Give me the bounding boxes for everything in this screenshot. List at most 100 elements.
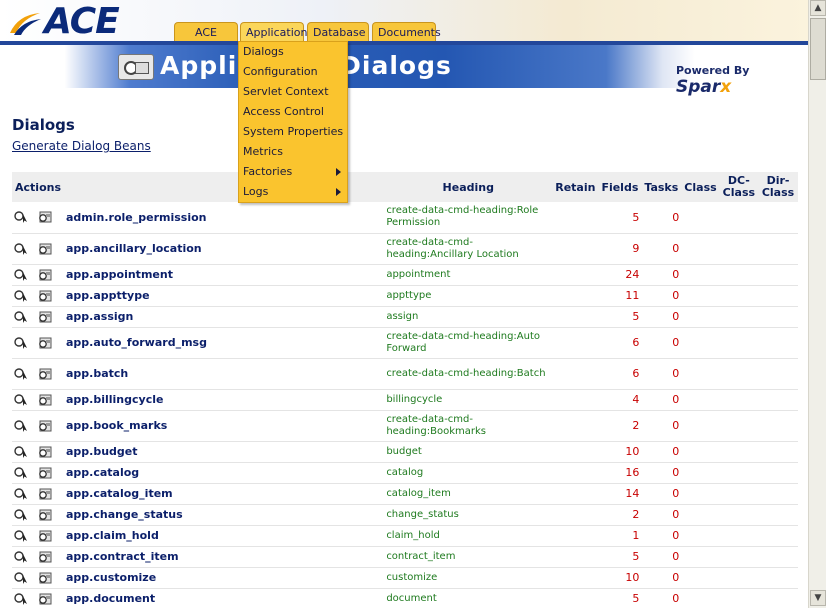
inspect-icon[interactable] [14,419,30,433]
menu-item-label: Configuration [243,65,318,78]
menu-item-access-control[interactable]: Access Control [239,102,347,122]
dialog-id-link[interactable]: app.ancillary_location [64,233,385,265]
menu-item-label: Dialogs [243,45,284,58]
class-cell [681,483,720,505]
sparx-brand-x: x [720,77,732,97]
inspect-icon[interactable] [14,393,30,407]
menu-item-servlet-context[interactable]: Servlet Context [239,82,347,102]
inspect-icon[interactable] [14,367,30,381]
test-dialog-icon[interactable] [37,367,53,381]
inspect-icon[interactable] [14,336,30,350]
dir-class-cell [758,285,798,307]
menu-item-factories[interactable]: Factories [239,162,347,182]
test-dialog-icon[interactable] [37,336,53,350]
powered-by-label: Powered By [676,64,750,77]
inspect-icon[interactable] [14,508,30,522]
tab-database[interactable]: Database [307,22,369,41]
inspect-icon[interactable] [14,466,30,480]
fields-count: 1 [598,525,642,547]
vertical-scrollbar[interactable]: ▲ ▼ [808,0,826,608]
inspect-icon[interactable] [14,571,30,585]
tasks-count: 0 [641,306,682,328]
dc-class-cell [719,462,759,484]
retain-cell [552,546,599,568]
retain-cell [552,410,599,442]
tasks-count: 0 [641,410,682,442]
generate-dialog-beans-link[interactable]: Generate Dialog Beans [12,139,151,153]
test-dialog-icon[interactable] [37,310,53,324]
retain-cell [552,504,599,526]
menu-item-configuration[interactable]: Configuration [239,62,347,82]
row-actions [12,358,64,390]
test-dialog-icon[interactable] [37,508,53,522]
test-dialog-icon[interactable] [37,466,53,480]
menu-item-logs[interactable]: Logs [239,182,347,202]
scroll-thumb[interactable] [810,18,826,80]
inspect-icon[interactable] [14,529,30,543]
menu-item-metrics[interactable]: Metrics [239,142,347,162]
inspect-icon[interactable] [14,242,30,256]
dialog-id-link[interactable]: app.document [64,588,385,608]
inspect-icon[interactable] [14,550,30,564]
tab-ace-home[interactable]: ACE Home [174,22,238,52]
row-actions [12,483,64,505]
inspect-icon[interactable] [14,487,30,501]
dialog-id-link[interactable]: app.catalog_item [64,483,385,505]
test-dialog-icon[interactable] [37,210,53,224]
tab-documents[interactable]: Documents [372,22,441,41]
dialog-id-link[interactable]: app.customize [64,567,385,589]
inspect-icon[interactable] [14,210,30,224]
inspect-icon[interactable] [14,289,30,303]
test-dialog-icon[interactable] [37,529,53,543]
dialog-id-link[interactable]: app.batch [64,358,385,390]
row-actions [12,389,64,411]
test-dialog-icon[interactable] [37,445,53,459]
test-dialog-icon[interactable] [37,289,53,303]
dialog-id-link[interactable]: app.assign [64,306,385,328]
dialog-id-link[interactable]: app.book_marks [64,410,385,442]
scroll-down-icon[interactable]: ▼ [810,590,826,606]
menu-item-system-properties[interactable]: System Properties [239,122,347,142]
dialog-heading: appttype [384,285,553,307]
inspect-icon[interactable] [14,310,30,324]
dialog-id-link[interactable]: app.change_status [64,504,385,526]
inspect-icon[interactable] [14,268,30,282]
fields-count: 4 [598,389,642,411]
test-dialog-icon[interactable] [37,393,53,407]
dialog-id-link[interactable]: app.billingcycle [64,389,385,411]
inspect-icon[interactable] [14,592,30,606]
test-dialog-icon[interactable] [37,268,53,282]
dc-class-cell [719,358,759,390]
dc-class-cell [719,264,759,286]
dialog-id-link[interactable]: admin.role_permission [64,202,385,234]
tab-application[interactable]: Application [240,22,307,41]
class-cell [681,588,720,608]
menu-item-label: System Properties [243,125,344,138]
menu-item-dialogs[interactable]: Dialogs [239,42,347,62]
table-row: app.appointment appointment 24 0 [12,264,798,286]
dialog-id-link[interactable]: app.contract_item [64,546,385,568]
test-dialog-icon[interactable] [37,571,53,585]
dialog-id-link[interactable]: app.budget [64,441,385,463]
dialog-id-link[interactable]: app.auto_forward_msg [64,327,385,359]
test-dialog-icon[interactable] [37,592,53,606]
row-actions [12,306,64,328]
row-actions [12,264,64,286]
dir-class-cell [758,588,798,608]
dialog-id-link[interactable]: app.catalog [64,462,385,484]
class-cell [681,202,720,234]
test-dialog-icon[interactable] [37,419,53,433]
dc-class-cell [719,546,759,568]
dialog-heading: create-data-cmd-heading:Auto Forward [384,327,553,359]
test-dialog-icon[interactable] [37,550,53,564]
test-dialog-icon[interactable] [37,242,53,256]
inspect-icon[interactable] [14,445,30,459]
test-dialog-icon[interactable] [37,487,53,501]
ace-logo[interactable]: ACE [8,1,150,42]
tasks-count: 0 [641,567,682,589]
col-tasks: Tasks [641,172,682,202]
dialog-id-link[interactable]: app.appttype [64,285,385,307]
dialog-id-link[interactable]: app.claim_hold [64,525,385,547]
scroll-up-icon[interactable]: ▲ [810,0,826,16]
dialog-id-link[interactable]: app.appointment [64,264,385,286]
